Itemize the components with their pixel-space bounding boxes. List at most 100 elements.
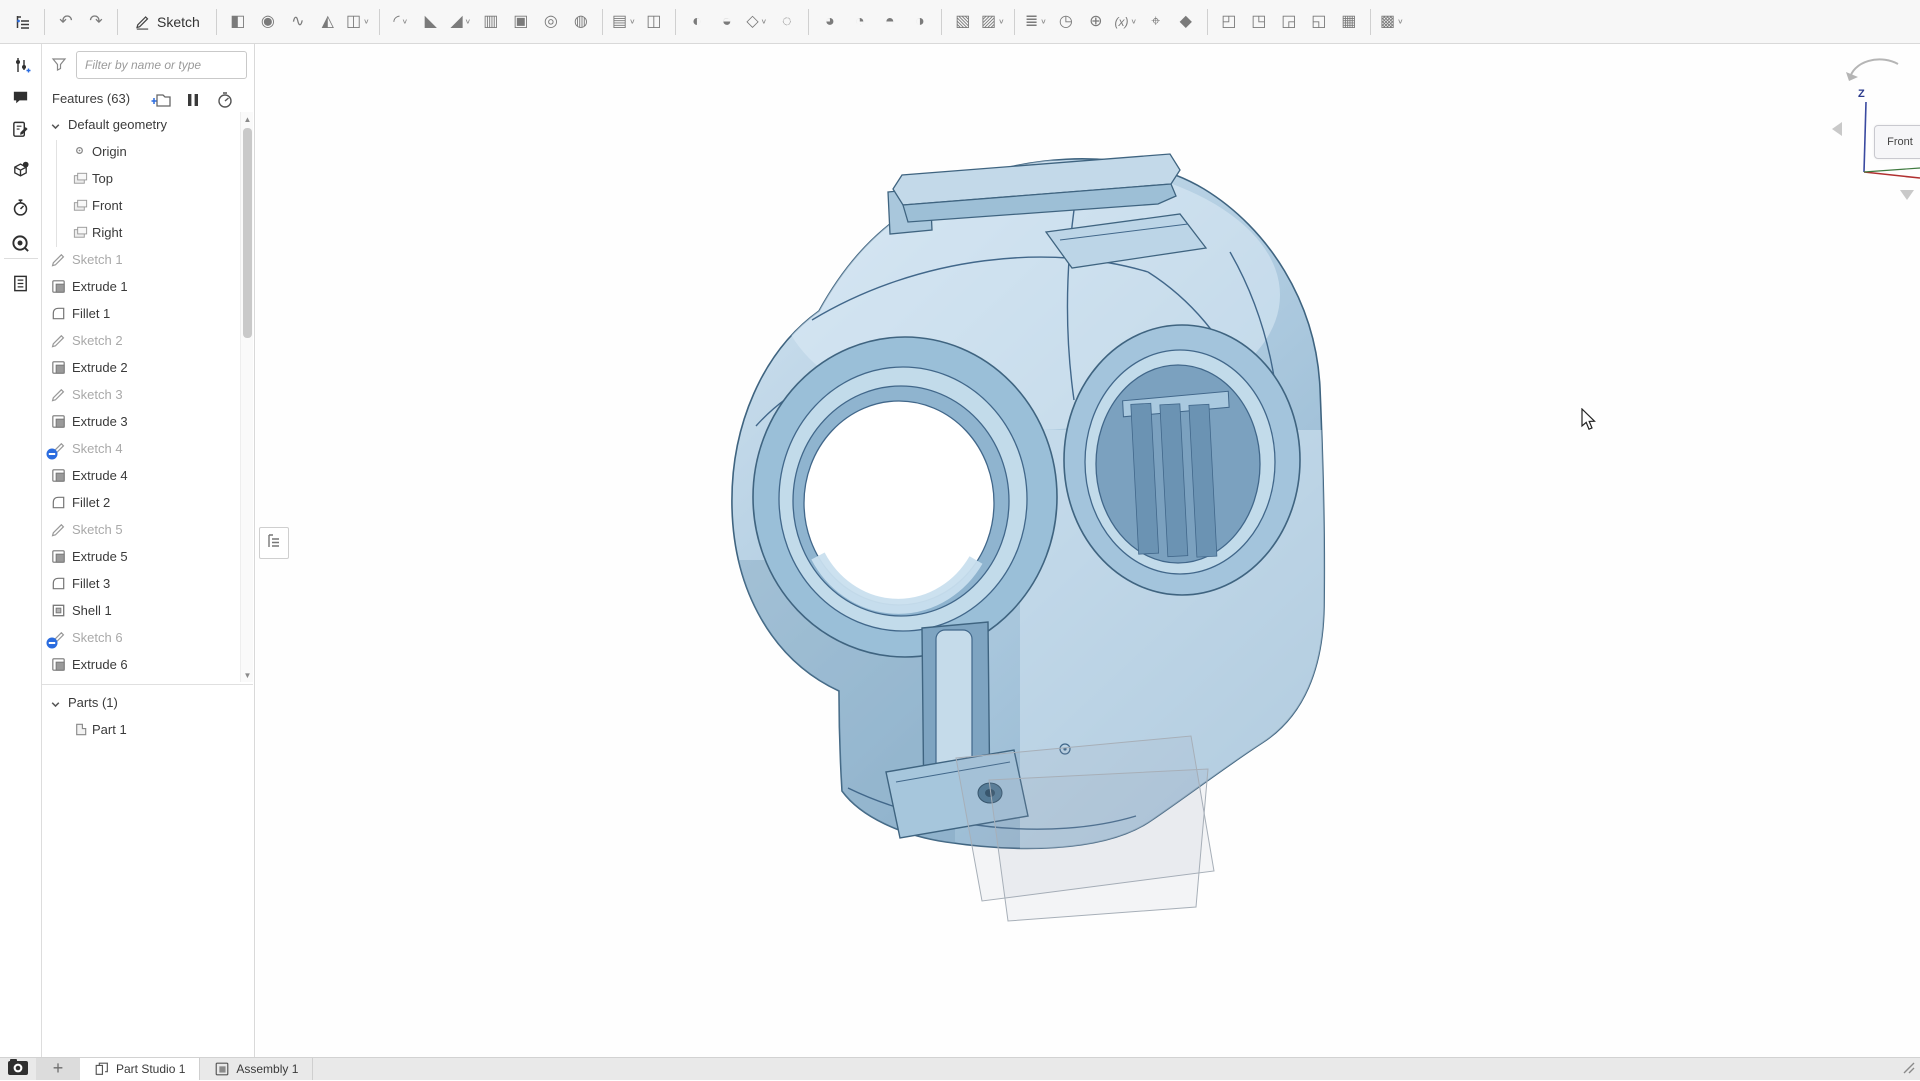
versions-button[interactable] <box>8 156 34 182</box>
sweep-button[interactable]: ∿ <box>283 5 313 39</box>
history-button[interactable] <box>8 194 34 220</box>
filter-input[interactable] <box>76 51 247 79</box>
feature-row[interactable]: Extrude 4 <box>42 463 240 490</box>
feature-row[interactable]: Sketch 5 <box>42 517 240 544</box>
feature-row[interactable]: Extrude 5 <box>42 544 240 571</box>
delete-part-button[interactable]: ◌ <box>772 5 802 39</box>
sheet-metal-finish-button[interactable]: ▦ <box>1334 5 1364 39</box>
feature-row[interactable]: Sketch 6 <box>42 625 240 652</box>
sheet-metal-tab-button[interactable]: ◲ <box>1274 5 1304 39</box>
feature-row[interactable]: Extrude 2 <box>42 355 240 382</box>
extrude-button[interactable]: ◧ <box>223 5 253 39</box>
feature-row[interactable]: Extrude 6 <box>42 652 240 679</box>
tree-group-default-geometry[interactable]: Default geometry <box>42 112 240 139</box>
rotate-down-arrow[interactable] <box>1900 190 1914 200</box>
modify-fillet-button[interactable]: ◕ <box>815 5 845 39</box>
hole-button[interactable]: ◎ <box>536 5 566 39</box>
add-tab-button[interactable]: + <box>36 1058 80 1080</box>
feature-row[interactable]: Fillet 1 <box>42 301 240 328</box>
configurations-button[interactable] <box>8 52 34 78</box>
sheet-metal-model-button[interactable]: ◰ <box>1214 5 1244 39</box>
feature-row[interactable]: Sketch 4 <box>42 436 240 463</box>
capture-button[interactable] <box>0 1058 36 1080</box>
sketch-icon <box>50 332 68 350</box>
redo-button[interactable]: ↷ <box>81 5 111 39</box>
feature-row[interactable]: Sketch 2 <box>42 328 240 355</box>
feature-row[interactable]: Fillet 3 <box>42 571 240 598</box>
chamfer-button[interactable]: ◣ <box>416 5 446 39</box>
frame-button[interactable]: ▩∨ <box>1377 5 1407 39</box>
fillet-button[interactable]: ◜∨ <box>386 5 416 39</box>
features-list-toggle-button[interactable] <box>8 5 38 39</box>
sweep-icon: ∿ <box>291 14 304 30</box>
tab-part-studio-1[interactable]: Part Studio 1 <box>80 1058 200 1080</box>
rollback-history-button[interactable] <box>214 89 236 111</box>
thicken-button[interactable]: ◫∨ <box>343 5 373 39</box>
linear-pattern-button[interactable]: ▤∨ <box>609 5 639 39</box>
split-button[interactable]: ◒ <box>712 5 742 39</box>
sheet-metal-flange-button[interactable]: ◳ <box>1244 5 1274 39</box>
feature-row[interactable]: Shell 1 <box>42 598 240 625</box>
offset-surface-button[interactable]: ▧ <box>948 5 978 39</box>
rib-button[interactable]: ▥ <box>476 5 506 39</box>
feature-row[interactable]: Sketch 1 <box>42 247 240 274</box>
box-pin-icon <box>11 160 30 179</box>
feature-row[interactable]: Top <box>42 166 240 193</box>
feature-row[interactable]: Fillet 2 <box>42 490 240 517</box>
feature-row[interactable]: Origin <box>42 139 240 166</box>
move-face-button[interactable]: ◓ <box>875 5 905 39</box>
tab-assembly-1[interactable]: Assembly 1 <box>200 1058 313 1080</box>
variable-button[interactable]: (x)∨ <box>1111 5 1141 39</box>
comments-button[interactable] <box>8 84 34 110</box>
mate-connector-button[interactable]: ⌖ <box>1141 5 1171 39</box>
boolean-button[interactable]: ◐ <box>682 5 712 39</box>
tree-group-parts[interactable]: Parts (1) <box>42 690 253 717</box>
pause-updates-button[interactable] <box>182 89 204 111</box>
release-notes-button[interactable] <box>8 116 34 142</box>
boolean-icon: ◐ <box>692 14 702 30</box>
feature-row[interactable]: Extrude 1 <box>42 274 240 301</box>
feature-row[interactable]: Right <box>42 220 240 247</box>
sketch-icon <box>50 629 68 647</box>
scroll-down-arrow[interactable]: ▼ <box>241 668 254 682</box>
feature-row[interactable]: Front <box>42 193 240 220</box>
sheet-metal-bend-button[interactable]: ◱ <box>1304 5 1334 39</box>
point-button[interactable]: ⊕ <box>1081 5 1111 39</box>
features-header: Features (63) <box>42 88 255 112</box>
viewport-canvas[interactable] <box>256 44 1920 1057</box>
sketch-button[interactable]: Sketch <box>124 5 210 39</box>
feature-dialog-handle[interactable] <box>259 527 289 559</box>
scrollbar-thumb[interactable] <box>243 128 252 338</box>
features-count-label: Features (63) <box>52 91 130 106</box>
rotate-left-arrow[interactable] <box>1832 122 1842 136</box>
bill-of-materials-button[interactable] <box>8 270 34 296</box>
wrap-button[interactable]: ◍ <box>566 5 596 39</box>
search-insight-button[interactable] <box>8 230 34 256</box>
delete-face-button[interactable]: ◔ <box>845 5 875 39</box>
resize-corner-icon[interactable] <box>1902 1061 1916 1080</box>
feature-row[interactable]: Sketch 3 <box>42 382 240 409</box>
mirror-button[interactable]: ◫ <box>639 5 669 39</box>
curve-pattern-button[interactable]: ≣∨ <box>1021 5 1051 39</box>
transform-button[interactable]: ◇∨ <box>742 5 772 39</box>
scroll-up-arrow[interactable]: ▲ <box>241 112 254 126</box>
revolve-icon: ◉ <box>261 14 275 30</box>
view-cube[interactable]: Z Front <box>1820 50 1920 220</box>
helix-button[interactable]: ◷ <box>1051 5 1081 39</box>
boundary-surface-button[interactable]: ▨∨ <box>978 5 1008 39</box>
tag-button[interactable]: ◆ <box>1171 5 1201 39</box>
undo-button[interactable]: ↶ <box>51 5 81 39</box>
feature-tree-scrollbar[interactable]: ▲ ▼ <box>240 112 253 682</box>
part-row[interactable]: Part 1 <box>42 717 253 744</box>
view-cube-front-face[interactable]: Front <box>1874 125 1920 159</box>
filter-funnel-icon[interactable] <box>50 55 68 78</box>
list-divider <box>42 684 253 685</box>
replace-face-button[interactable]: ◑ <box>905 5 935 39</box>
insert-folder-button[interactable] <box>150 89 172 111</box>
revolve-button[interactable]: ◉ <box>253 5 283 39</box>
sliders-plus-icon <box>11 55 31 75</box>
loft-button[interactable]: ◭ <box>313 5 343 39</box>
shell-button[interactable]: ▣ <box>506 5 536 39</box>
feature-row[interactable]: Extrude 3 <box>42 409 240 436</box>
draft-button[interactable]: ◢∨ <box>446 5 476 39</box>
